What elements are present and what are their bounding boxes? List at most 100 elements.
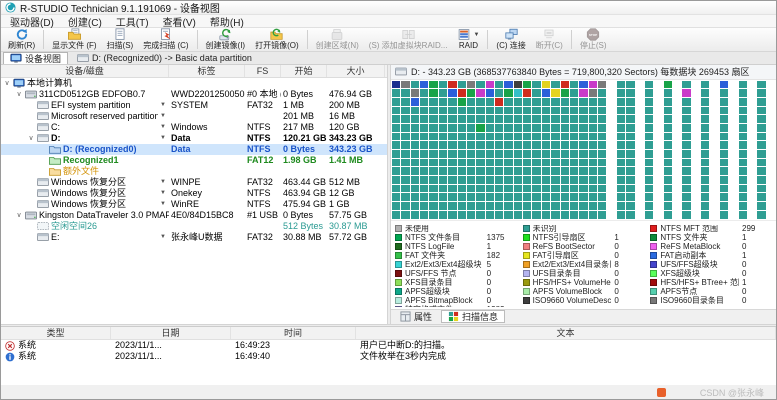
scan-block[interactable]	[729, 98, 737, 106]
scan-block[interactable]	[532, 185, 540, 193]
scan-block[interactable]	[729, 193, 737, 201]
scan-block[interactable]	[458, 185, 466, 193]
scan-block[interactable]	[626, 150, 634, 158]
scan-block[interactable]	[748, 141, 756, 149]
scan-block[interactable]	[523, 89, 531, 97]
scan-block[interactable]	[467, 159, 475, 167]
tree-column-header[interactable]: 开始	[281, 65, 327, 77]
scan-block[interactable]	[626, 115, 634, 123]
scan-block[interactable]	[682, 176, 690, 184]
scan-block[interactable]	[682, 81, 690, 89]
menu-item[interactable]: 查看(V)	[156, 14, 203, 29]
scan-block[interactable]	[532, 141, 540, 149]
scan-block[interactable]	[664, 141, 672, 149]
scan-block[interactable]	[757, 159, 765, 167]
scan-block[interactable]	[561, 115, 569, 123]
scan-block[interactable]	[645, 159, 653, 167]
scan-block[interactable]	[514, 211, 522, 219]
scan-block[interactable]	[532, 176, 540, 184]
scan-block[interactable]	[504, 150, 512, 158]
scan-block[interactable]	[701, 89, 709, 97]
scan-block[interactable]	[607, 141, 615, 149]
scan-block[interactable]	[579, 159, 587, 167]
scan-block[interactable]	[757, 107, 765, 115]
scan-block[interactable]	[607, 159, 615, 167]
scan-block[interactable]	[448, 141, 456, 149]
scan-block[interactable]	[598, 98, 606, 106]
scan-block[interactable]	[748, 185, 756, 193]
scan-block[interactable]	[504, 202, 512, 210]
scan-block[interactable]	[589, 202, 597, 210]
scan-block[interactable]	[476, 98, 484, 106]
scan-block[interactable]	[607, 81, 615, 89]
scan-block[interactable]	[523, 124, 531, 132]
log-column-header[interactable]: 类型	[1, 327, 111, 339]
tree-row[interactable]: Windows 恢复分区▼WinRENTFS475.94 GB1 GB	[1, 199, 387, 210]
scan-block[interactable]	[636, 176, 644, 184]
scan-block[interactable]	[589, 81, 597, 89]
scan-block[interactable]	[448, 98, 456, 106]
scan-block[interactable]	[626, 98, 634, 106]
scan-block[interactable]	[710, 185, 718, 193]
scan-block[interactable]	[448, 81, 456, 89]
scan-block[interactable]	[664, 98, 672, 106]
scan-block[interactable]	[439, 185, 447, 193]
scan-block[interactable]	[570, 124, 578, 132]
scan-block[interactable]	[598, 211, 606, 219]
tree-row[interactable]: ∨Kingston DataTraveler 3.0 PMAP4E0/84D15…	[1, 210, 387, 221]
scan-block[interactable]	[720, 81, 728, 89]
toolbar-open-image-button[interactable]: 打开镜像(O)	[250, 28, 304, 51]
scan-block[interactable]	[392, 107, 400, 115]
scan-block[interactable]	[626, 176, 634, 184]
scan-block[interactable]	[495, 89, 503, 97]
scan-block[interactable]	[589, 124, 597, 132]
scan-block[interactable]	[767, 89, 775, 97]
scan-block[interactable]	[589, 159, 597, 167]
tree-row[interactable]: EFI system partition▼SYSTEMFAT321 MB200 …	[1, 100, 387, 111]
scan-block[interactable]	[570, 193, 578, 201]
scan-block[interactable]	[429, 176, 437, 184]
scan-block[interactable]	[673, 211, 681, 219]
scan-block[interactable]	[645, 211, 653, 219]
scan-block[interactable]	[420, 159, 428, 167]
scan-block[interactable]	[458, 159, 466, 167]
scan-block[interactable]	[467, 133, 475, 141]
row-dropdown-icon[interactable]: ▼	[160, 232, 169, 243]
row-dropdown-icon[interactable]: ▼	[160, 177, 169, 188]
scan-block[interactable]	[636, 193, 644, 201]
scan-block[interactable]	[551, 107, 559, 115]
menu-item[interactable]: 帮助(H)	[203, 14, 251, 29]
scan-block[interactable]	[429, 193, 437, 201]
scan-block[interactable]	[720, 107, 728, 115]
scan-block[interactable]	[532, 115, 540, 123]
toolbar-stop-scan-button[interactable]: 完成扫描 (C)	[138, 28, 193, 51]
scan-block[interactable]	[739, 176, 747, 184]
scan-block[interactable]	[589, 185, 597, 193]
scan-block[interactable]	[617, 202, 625, 210]
scan-block[interactable]	[767, 185, 775, 193]
scan-block[interactable]	[439, 202, 447, 210]
scan-block[interactable]	[551, 167, 559, 175]
scan-block[interactable]	[420, 167, 428, 175]
scan-block[interactable]	[692, 89, 700, 97]
log-row[interactable]: 系统2023/11/1...16:49:40文件枚举在3秒内完成	[1, 351, 776, 362]
scan-block[interactable]	[598, 141, 606, 149]
scan-block[interactable]	[739, 193, 747, 201]
scan-block[interactable]	[757, 167, 765, 175]
scan-block[interactable]	[429, 98, 437, 106]
scan-block[interactable]	[767, 167, 775, 175]
scan-block[interactable]	[495, 98, 503, 106]
scan-block[interactable]	[645, 167, 653, 175]
scan-block[interactable]	[504, 81, 512, 89]
scan-block[interactable]	[579, 89, 587, 97]
scan-block[interactable]	[664, 167, 672, 175]
scan-block[interactable]	[654, 107, 662, 115]
scan-block[interactable]	[617, 124, 625, 132]
scan-block[interactable]	[607, 98, 615, 106]
scan-block[interactable]	[710, 98, 718, 106]
scan-block[interactable]	[598, 150, 606, 158]
scan-block[interactable]	[429, 185, 437, 193]
scan-block[interactable]	[701, 185, 709, 193]
scan-block[interactable]	[467, 107, 475, 115]
scan-block[interactable]	[467, 167, 475, 175]
